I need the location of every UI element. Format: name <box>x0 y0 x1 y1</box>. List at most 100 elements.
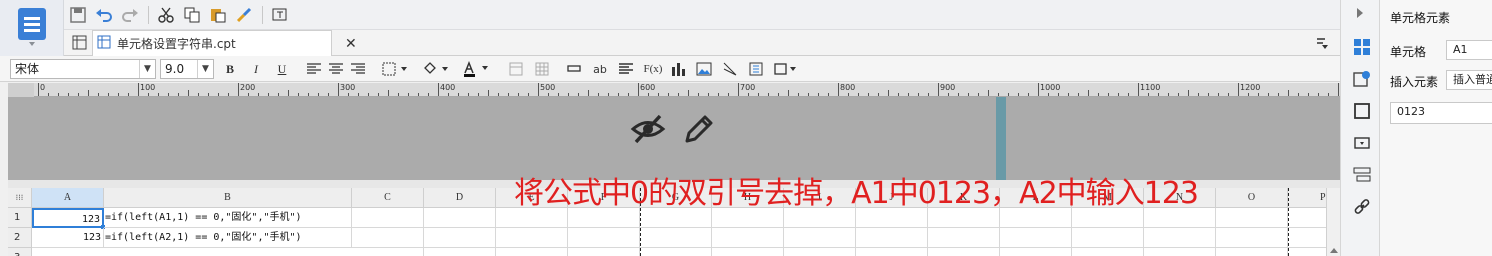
ruler-label: 500 <box>540 83 556 92</box>
insert-element-select[interactable]: 插入普通 <box>1446 70 1492 90</box>
split-cells-icon[interactable] <box>532 59 552 79</box>
ruler-tick <box>438 83 439 96</box>
grid-lines <box>352 208 1326 256</box>
main-toolbar <box>64 0 1340 30</box>
ruler-tick <box>38 83 39 96</box>
cut-icon[interactable] <box>156 5 176 25</box>
ruler-label: 1200 <box>1240 83 1261 92</box>
hide-eye-icon[interactable] <box>630 112 666 146</box>
ruler-tick <box>638 83 639 96</box>
ruler-label: 0 <box>40 83 46 92</box>
bold-button[interactable]: B <box>220 59 240 79</box>
cell-attribute-icon[interactable] <box>1353 70 1371 88</box>
frame-dropdown-icon[interactable] <box>772 59 800 79</box>
ruler-label: 700 <box>740 83 756 92</box>
ruler-tick <box>188 90 189 96</box>
ruler-tick <box>1088 90 1089 96</box>
ruler-tick <box>338 83 339 96</box>
widget-frame-icon[interactable] <box>1353 102 1371 120</box>
chevron-down-icon: ▼ <box>139 60 155 78</box>
column-header-d[interactable]: D <box>424 188 496 208</box>
ruler-tick <box>1038 83 1039 96</box>
text-box-icon[interactable] <box>564 59 584 79</box>
tab-bar: 单元格设置字符串.cpt ✕ <box>64 30 1340 56</box>
chevron-down-icon: ▼ <box>197 60 213 78</box>
app-menu[interactable] <box>0 0 64 56</box>
ruler-tick <box>688 90 689 96</box>
slash-line-icon[interactable] <box>720 59 740 79</box>
ruler-label: 1000 <box>1040 83 1061 92</box>
border-dropdown-icon[interactable] <box>380 59 412 79</box>
right-icon-strip <box>1340 0 1380 256</box>
ruler-tick <box>738 83 739 96</box>
wrap-text-button[interactable]: ab <box>590 59 610 79</box>
fill-color-icon[interactable] <box>420 59 454 79</box>
expand-panel-icon[interactable] <box>1357 8 1363 18</box>
vertical-scrollbar[interactable] <box>1326 188 1340 256</box>
merge-cells-icon[interactable] <box>506 59 526 79</box>
row-header-2[interactable]: 2 <box>8 228 32 248</box>
cell-content-input[interactable]: 0123 <box>1390 102 1492 124</box>
font-color-icon[interactable] <box>460 59 494 79</box>
cell-a1[interactable]: 123 <box>32 208 104 228</box>
ruler-tick <box>388 90 389 96</box>
condition-attribute-icon[interactable] <box>1353 166 1371 184</box>
cell-name-input[interactable]: A1 <box>1446 40 1492 60</box>
property-panel: 单元格元素 单元格 A1 插入元素 插入普通 0123 <box>1380 0 1492 256</box>
edit-pencil-icon[interactable] <box>682 112 716 146</box>
font-family-value: 宋体 <box>15 62 40 76</box>
column-header-o[interactable]: O <box>1216 188 1288 208</box>
close-icon[interactable]: ✕ <box>345 36 359 52</box>
align-left-icon[interactable] <box>304 59 324 79</box>
italic-button[interactable]: I <box>246 59 266 79</box>
select-all-corner[interactable]: ⁝⁝⁝ <box>8 188 32 208</box>
ruler-tick <box>1238 83 1239 96</box>
redo-icon[interactable] <box>120 5 140 25</box>
font-size-select[interactable]: 9.0 ▼ <box>160 59 214 79</box>
hyperlink-icon[interactable] <box>1353 198 1371 216</box>
paragraph-icon[interactable] <box>616 59 636 79</box>
ruler-label: 800 <box>840 83 856 92</box>
save-icon[interactable] <box>68 5 88 25</box>
ruler-tick <box>1288 90 1289 96</box>
align-center-icon[interactable] <box>326 59 346 79</box>
ruler-tick <box>1138 83 1139 96</box>
column-header-b[interactable]: B <box>104 188 352 208</box>
copy-icon[interactable] <box>182 5 202 25</box>
scroll-up-icon[interactable] <box>1330 248 1338 253</box>
column-header-a[interactable]: A <box>32 188 104 208</box>
column-header-p[interactable]: P <box>1288 188 1326 208</box>
row-header-1[interactable]: 1 <box>8 208 32 228</box>
ruler-label: 600 <box>640 83 656 92</box>
ruler-label: 300 <box>340 83 356 92</box>
undo-icon[interactable] <box>94 5 114 25</box>
ruler-label: 200 <box>240 83 256 92</box>
cell-a2[interactable]: 123 <box>32 228 104 248</box>
chart-icon[interactable] <box>668 59 688 79</box>
sub-report-icon[interactable] <box>746 59 766 79</box>
tab-file[interactable]: 单元格设置字符串.cpt ✕ <box>92 30 357 56</box>
ruler-tick <box>988 90 989 96</box>
grid-icon[interactable] <box>72 35 88 51</box>
format-painter-icon[interactable] <box>234 5 254 25</box>
ruler-tick <box>1338 83 1339 96</box>
cell-b1[interactable]: =if(left(A1,1) == 0,"固化","手机") <box>104 208 352 228</box>
align-right-icon[interactable] <box>348 59 368 79</box>
cell-element-icon[interactable] <box>1353 38 1371 56</box>
row-header-3[interactable]: 3 <box>8 248 32 256</box>
caret-down-icon <box>29 42 35 46</box>
cell-label: 单元格 <box>1390 45 1427 59</box>
column-header-c[interactable]: C <box>352 188 424 208</box>
app-logo-icon[interactable] <box>18 8 46 40</box>
panel-menu-icon[interactable] <box>1316 36 1330 50</box>
ruler-tick <box>588 90 589 96</box>
insert-toolbar-icon[interactable] <box>270 5 290 25</box>
formula-button[interactable]: F(x) <box>642 59 664 79</box>
dropdown-widget-icon[interactable] <box>1353 134 1371 152</box>
underline-button[interactable]: U <box>272 59 292 79</box>
paste-icon[interactable] <box>208 5 228 25</box>
image-icon[interactable] <box>694 59 714 79</box>
ruler-label: 400 <box>440 83 456 92</box>
cell-b2[interactable]: =if(left(A2,1) == 0,"固化","手机") <box>104 228 352 248</box>
font-family-select[interactable]: 宋体 ▼ <box>10 59 156 79</box>
